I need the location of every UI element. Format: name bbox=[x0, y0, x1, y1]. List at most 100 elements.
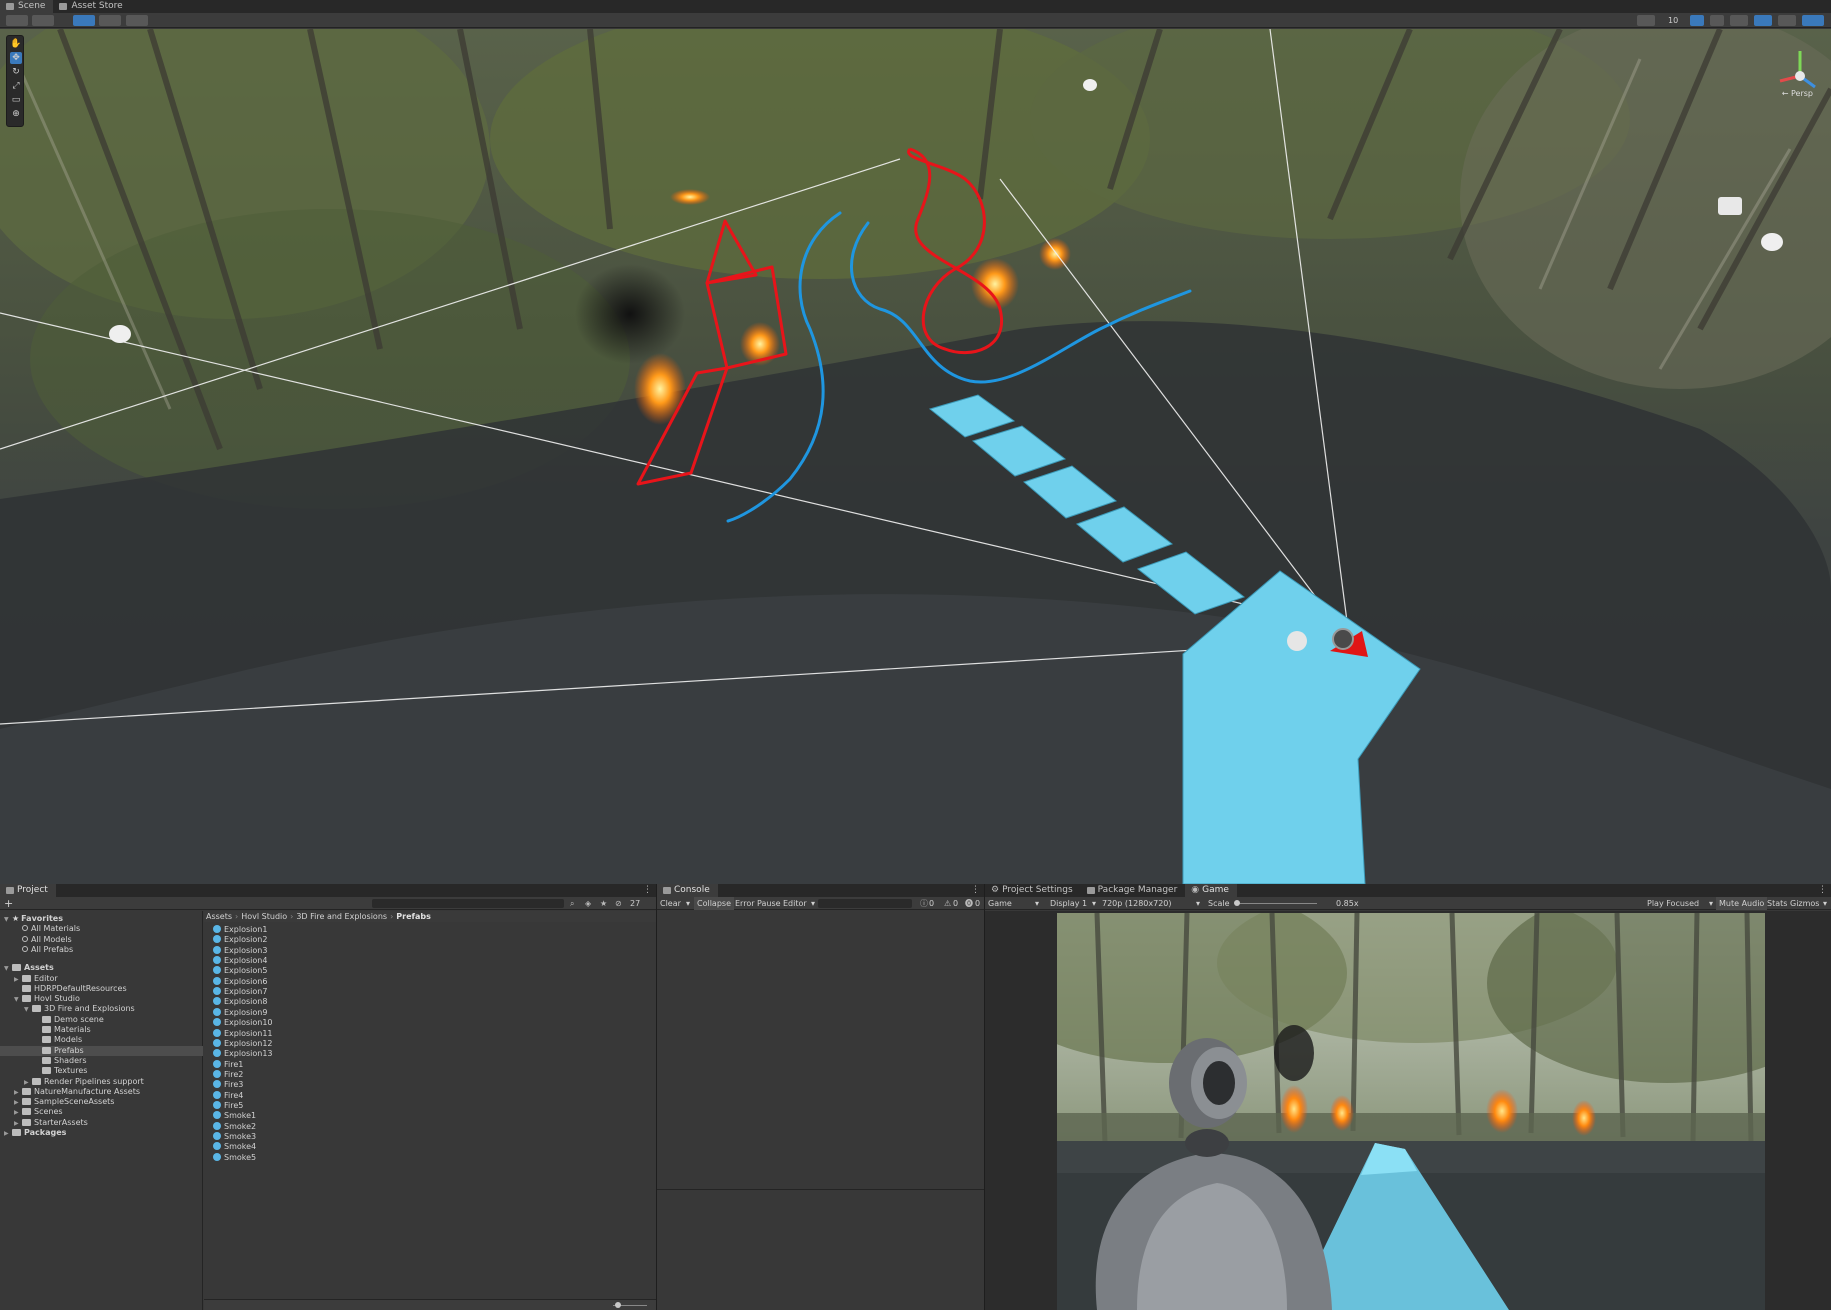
scale-tool-icon[interactable]: ⤢ bbox=[10, 80, 22, 92]
error-count-icon[interactable]: ⓿ bbox=[965, 897, 973, 910]
breadcrumb-item[interactable]: Hovl Studio bbox=[241, 912, 287, 921]
asset-item[interactable]: Smoke1 bbox=[213, 1111, 256, 1121]
audio-toggle[interactable] bbox=[1710, 15, 1724, 26]
favorite-icon[interactable]: ★ bbox=[600, 897, 607, 910]
effects-dropdown[interactable] bbox=[1730, 15, 1748, 26]
asset-item[interactable]: Explosion12 bbox=[213, 1038, 273, 1049]
asset-item[interactable]: Fire1 bbox=[213, 1059, 243, 1070]
console-menu-icon[interactable]: ⋮ bbox=[971, 884, 980, 897]
project-menu-icon[interactable]: ⋮ bbox=[643, 884, 652, 897]
global-toggle[interactable] bbox=[99, 15, 121, 26]
scene-view[interactable]: ✋ ✥ ↻ ⤢ ▭ ⊕ ← Persp bbox=[0, 29, 1831, 884]
asset-item[interactable]: Explosion1 bbox=[213, 925, 267, 935]
tab-project[interactable]: Project bbox=[0, 884, 56, 897]
play-focused-dropdown[interactable]: Play Focused bbox=[1647, 897, 1699, 910]
asset-item[interactable]: Explosion3 bbox=[213, 945, 267, 956]
tab-package-manager[interactable]: Package Manager bbox=[1081, 884, 1186, 897]
asset-item[interactable]: Explosion13 bbox=[213, 1049, 273, 1059]
game-mode-chevron-icon[interactable]: ▾ bbox=[1035, 897, 1039, 910]
tab-project-settings[interactable]: ⚙ Project Settings bbox=[985, 884, 1081, 897]
rotate-tool-icon[interactable]: ↻ bbox=[10, 66, 22, 78]
display-dropdown[interactable]: Display 1 bbox=[1050, 897, 1087, 910]
asset-item[interactable]: Explosion5 bbox=[213, 966, 267, 976]
collapse-button[interactable]: Collapse bbox=[694, 897, 734, 910]
render-mode-dropdown[interactable] bbox=[32, 15, 54, 26]
editor-dropdown[interactable]: Editor bbox=[783, 897, 807, 910]
asset-item[interactable]: Smoke4 bbox=[213, 1142, 256, 1152]
move-tool-icon[interactable]: ✥ bbox=[10, 52, 22, 64]
asset-item[interactable]: Fire5 bbox=[213, 1100, 243, 1111]
tree-item-starterassets[interactable]: ▶ StarterAssets bbox=[0, 1118, 203, 1128]
tree-item-prefabs[interactable]: Prefabs bbox=[0, 1045, 203, 1056]
asset-item[interactable]: Explosion6 bbox=[213, 976, 267, 987]
asset-item[interactable]: Explosion10 bbox=[213, 1018, 273, 1028]
display-chevron-icon[interactable]: ▾ bbox=[1092, 897, 1096, 910]
asset-item[interactable]: Explosion9 bbox=[213, 1007, 267, 1018]
draw-mode-dropdown[interactable] bbox=[6, 15, 28, 26]
scale-slider[interactable] bbox=[1235, 903, 1317, 904]
asset-item[interactable]: Explosion4 bbox=[213, 956, 267, 966]
warning-count-icon[interactable]: ⚠ bbox=[944, 897, 951, 910]
asset-item[interactable]: Explosion2 bbox=[213, 935, 267, 945]
view-tool-icon[interactable]: ✋ bbox=[10, 38, 22, 50]
asset-item[interactable]: Explosion11 bbox=[213, 1028, 273, 1039]
search-by-label-icon[interactable]: ◈ bbox=[585, 897, 591, 910]
asset-item[interactable]: Fire3 bbox=[213, 1080, 243, 1090]
game-mode-dropdown[interactable]: Game bbox=[988, 897, 1012, 910]
tree-item-all-models[interactable]: All Models bbox=[0, 935, 203, 945]
clear-dropdown-icon[interactable]: ▾ bbox=[686, 897, 690, 910]
asset-item[interactable]: Fire2 bbox=[213, 1069, 243, 1080]
tree-item-packages[interactable]: ▶ Packages bbox=[0, 1128, 203, 1138]
resolution-dropdown[interactable]: 720p (1280x720) bbox=[1102, 897, 1172, 910]
breadcrumb-item[interactable]: Prefabs bbox=[396, 912, 431, 921]
lighting-toggle[interactable] bbox=[1690, 15, 1704, 26]
search-by-type-icon[interactable]: ⌕ bbox=[570, 897, 574, 910]
resolution-chevron-icon[interactable]: ▾ bbox=[1196, 897, 1200, 910]
clear-button[interactable]: Clear bbox=[660, 897, 681, 910]
snap-toggle[interactable] bbox=[126, 15, 148, 26]
tree-item-models[interactable]: Models bbox=[0, 1035, 203, 1045]
breadcrumb-item[interactable]: Assets bbox=[206, 912, 232, 921]
tab-console[interactable]: Console bbox=[657, 884, 718, 897]
asset-item[interactable]: Explosion7 bbox=[213, 987, 267, 997]
tab-scene[interactable]: Scene bbox=[0, 0, 54, 13]
rect-tool-icon[interactable]: ▭ bbox=[10, 94, 22, 106]
info-count-icon[interactable]: ⓘ bbox=[920, 897, 928, 910]
breadcrumb-item[interactable]: 3D Fire and Explosions bbox=[296, 912, 387, 921]
play-focused-chevron-icon[interactable]: ▾ bbox=[1709, 897, 1713, 910]
stats-button[interactable]: Stats bbox=[1767, 897, 1787, 910]
scale-slider-handle[interactable] bbox=[1234, 900, 1240, 906]
tree-item-naturemanufacture-assets[interactable]: ▶ NatureManufacture Assets bbox=[0, 1087, 203, 1097]
tree-item-all-prefabs[interactable]: All Prefabs bbox=[0, 945, 203, 955]
asset-item[interactable]: Smoke3 bbox=[213, 1132, 256, 1142]
tree-item-textures[interactable]: Textures bbox=[0, 1066, 203, 1076]
tree-item-assets[interactable]: ▼ Assets bbox=[0, 963, 203, 973]
console-search-input[interactable] bbox=[818, 899, 912, 908]
game-menu-icon[interactable]: ⋮ bbox=[1818, 884, 1827, 897]
tree-item-materials[interactable]: Materials bbox=[0, 1025, 203, 1035]
tree-item-shaders[interactable]: Shaders bbox=[0, 1056, 203, 1066]
tree-item-hdrpdefaultresources[interactable]: HDRPDefaultResources bbox=[0, 984, 203, 994]
transform-tool-icon[interactable]: ⊕ bbox=[10, 108, 22, 120]
asset-item[interactable]: Explosion8 bbox=[213, 997, 267, 1007]
game-view[interactable] bbox=[1057, 913, 1765, 1310]
gizmos-chevron-icon[interactable]: ▾ bbox=[1823, 897, 1827, 910]
tree-item-samplesceneassets[interactable]: ▶ SampleSceneAssets bbox=[0, 1097, 203, 1107]
error-pause-button[interactable]: Error Pause bbox=[735, 897, 781, 910]
gizmos-button[interactable]: Gizmos bbox=[1790, 897, 1819, 910]
gizmos-dropdown[interactable] bbox=[1802, 15, 1824, 26]
tree-item-render-pipelines-support[interactable]: ▶ Render Pipelines support bbox=[0, 1077, 203, 1087]
icon-size-slider-handle[interactable] bbox=[615, 1302, 621, 1308]
scene-visibility-toggle[interactable] bbox=[1754, 15, 1772, 26]
project-search-input[interactable] bbox=[372, 899, 564, 908]
tree-item-scenes[interactable]: ▶ Scenes bbox=[0, 1107, 203, 1117]
tree-item-3d-fire-and-explosions[interactable]: ▼ 3D Fire and Explosions bbox=[0, 1004, 203, 1014]
asset-item[interactable]: Smoke2 bbox=[213, 1121, 256, 1132]
editor-dropdown-icon[interactable]: ▾ bbox=[811, 897, 815, 910]
mute-audio-button[interactable]: Mute Audio bbox=[1716, 897, 1768, 910]
camera-settings-button[interactable] bbox=[1778, 15, 1796, 26]
scene-camera-dropdown[interactable] bbox=[1637, 15, 1655, 26]
tree-item-all-materials[interactable]: All Materials bbox=[0, 924, 203, 934]
tree-item-editor[interactable]: ▶ Editor bbox=[0, 974, 203, 984]
tree-item-favorites[interactable]: ▼ ★ Favorites bbox=[0, 914, 203, 924]
